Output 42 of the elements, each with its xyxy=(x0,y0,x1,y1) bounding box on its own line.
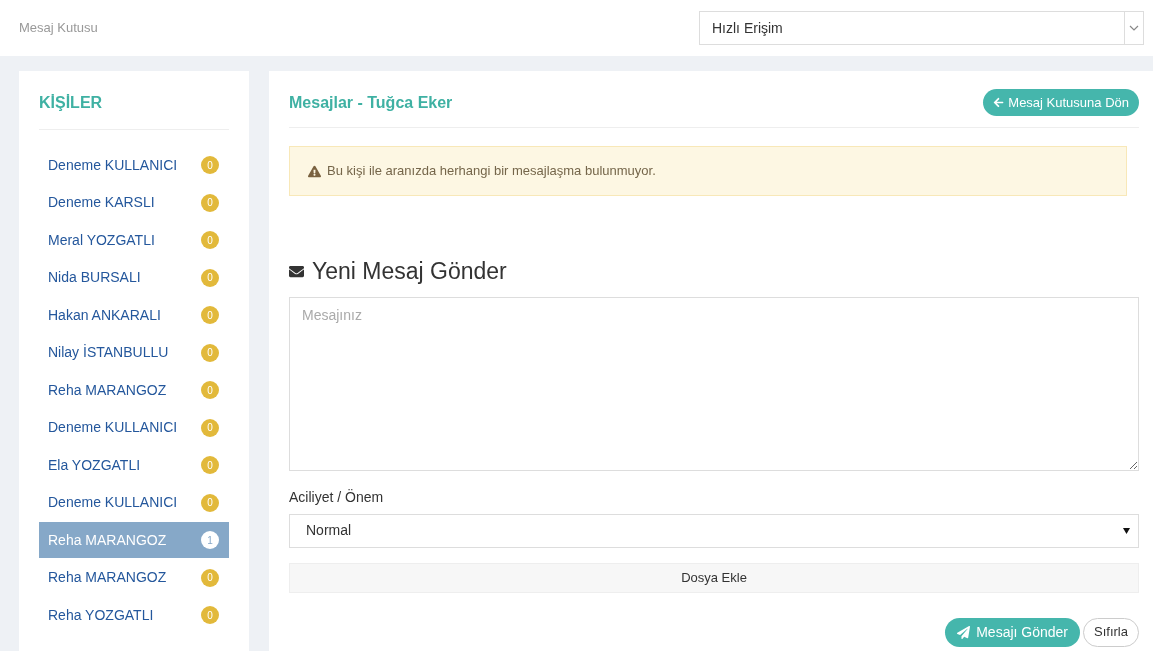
contact-item[interactable]: Hakan ANKARALI 0 xyxy=(39,297,229,333)
contact-item[interactable]: Deneme KARSLI 0 xyxy=(39,184,229,221)
contact-item[interactable]: Reha MARANGOZ 0 xyxy=(39,559,229,596)
priority-label: Aciliyet / Önem xyxy=(289,487,384,507)
contact-item[interactable]: Deneme KULLANICI 0 xyxy=(39,147,229,183)
message-count-badge: 1 xyxy=(201,531,219,549)
contact-item[interactable]: Ela YOZGATLI 0 xyxy=(39,447,229,483)
message-count-badge: 0 xyxy=(201,606,219,624)
message-count-badge: 0 xyxy=(201,568,219,587)
warning-icon xyxy=(308,164,321,178)
contact-item[interactable]: Reha YOZGATLI 0 xyxy=(39,597,229,633)
alert-text: Bu kişi ile aranızda herhangi bir mesajlaşma bulunmuyor. xyxy=(327,162,656,181)
message-count-badge: 0 xyxy=(201,156,219,174)
compose-title: Yeni Mesaj Gönder xyxy=(312,257,507,286)
message-count-badge: 0 xyxy=(201,381,219,399)
message-count-badge: 0 xyxy=(201,268,219,287)
arrow-left-icon xyxy=(993,97,1005,108)
chevron-down-icon xyxy=(1129,25,1139,31)
contacts-title: KİŞİLER xyxy=(39,91,229,130)
envelope-icon xyxy=(289,263,304,279)
contact-item[interactable]: Nida BURSALI 0 xyxy=(39,259,229,296)
contact-item[interactable]: Nilay İSTANBULLU 0 xyxy=(39,334,229,371)
dropdown-triangle-icon xyxy=(1123,527,1130,534)
reset-button[interactable]: Sıfırla xyxy=(1083,617,1139,647)
message-count-badge: 0 xyxy=(201,343,219,362)
message-count-badge: 0 xyxy=(201,193,219,212)
quick-access-select[interactable]: Hızlı Erişim xyxy=(699,11,1144,45)
breadcrumb: Mesaj Kutusu xyxy=(19,19,98,38)
message-count-badge: 0 xyxy=(201,418,219,437)
message-count-badge: 0 xyxy=(201,306,219,324)
message-field[interactable]: Mesajınız xyxy=(289,296,1139,471)
message-count-badge: 0 xyxy=(201,231,219,249)
message-count-badge: 0 xyxy=(201,493,219,512)
messages-title: Mesajlar - Tuğca Eker xyxy=(289,92,453,113)
contact-item[interactable]: Reha MARANGOZ 0 xyxy=(39,372,229,408)
contact-item[interactable]: Deneme KULLANICI 0 xyxy=(39,484,229,521)
priority-select[interactable]: Normal xyxy=(289,513,1139,548)
contact-item[interactable]: Meral YOZGATLI 0 xyxy=(39,222,229,258)
attach-file-button[interactable]: Dosya Ekle xyxy=(289,562,1139,593)
message-count-badge: 0 xyxy=(201,456,219,474)
contact-item[interactable]: Deneme KULLANICI 0 xyxy=(39,409,229,446)
paper-plane-icon xyxy=(957,625,971,639)
